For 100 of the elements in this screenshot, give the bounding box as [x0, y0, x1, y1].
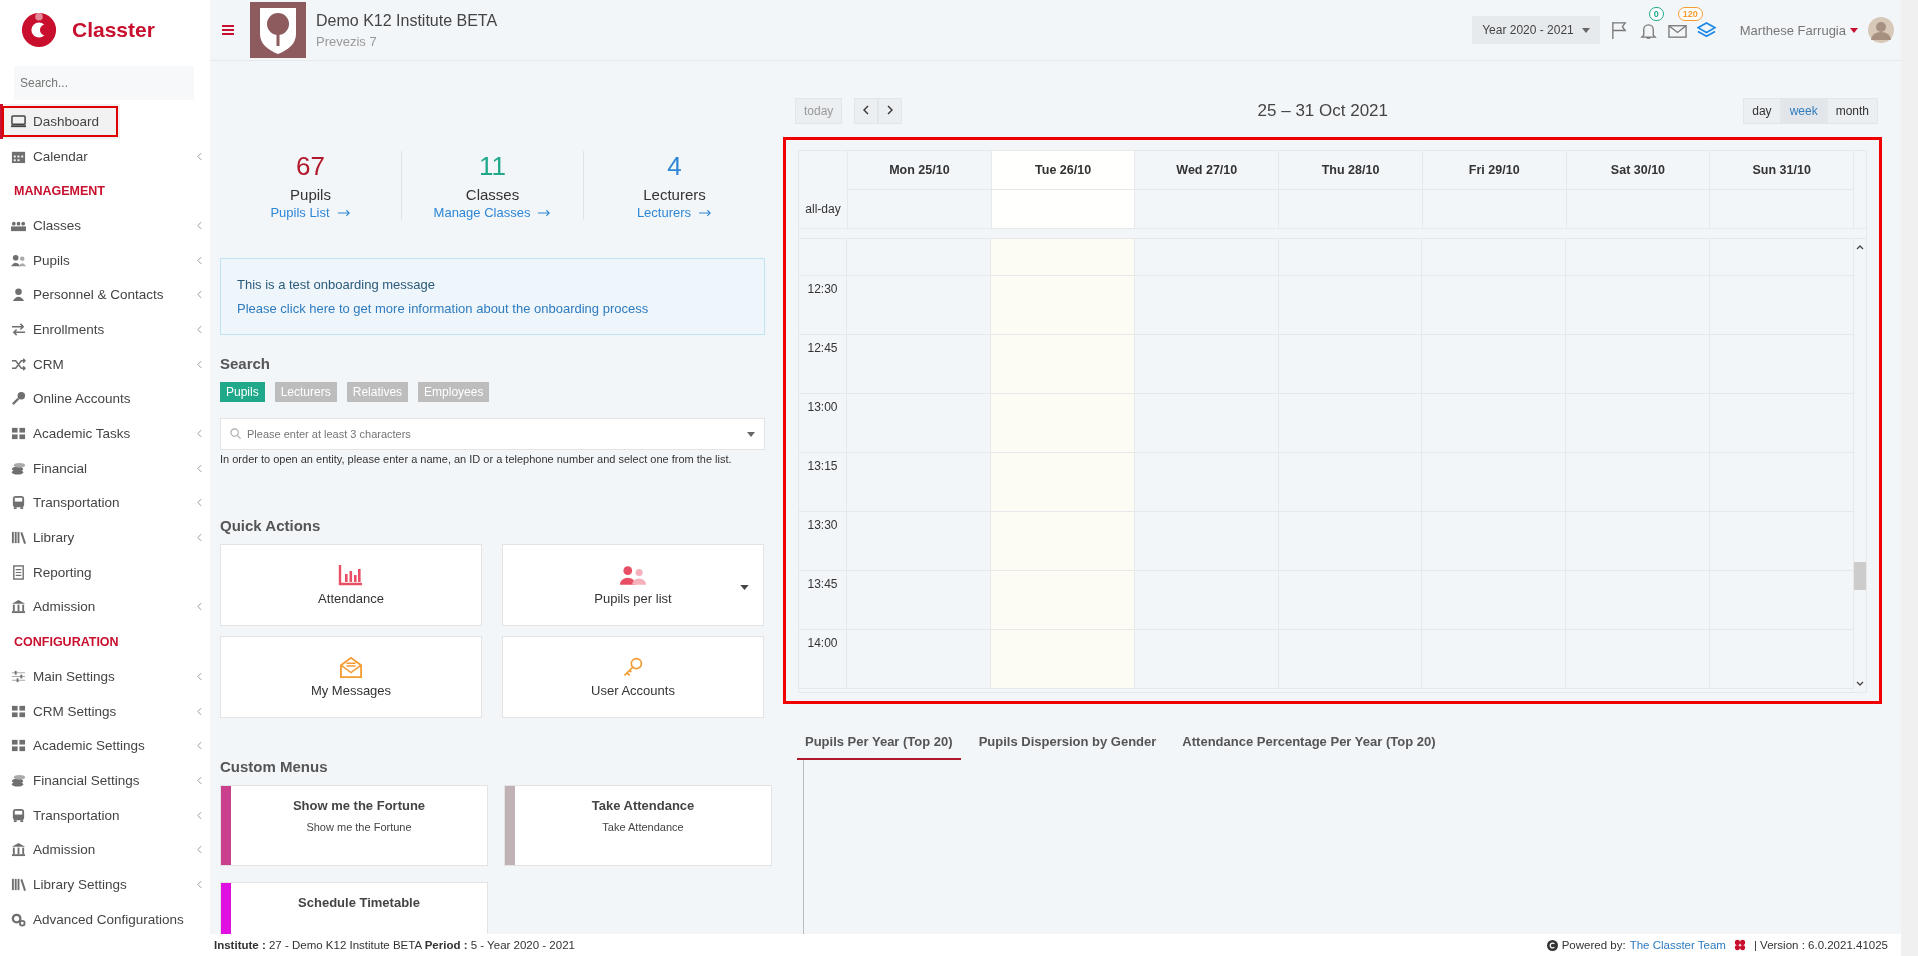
user-name[interactable]: Marthese Farrugia [1739, 22, 1846, 38]
document-icon [11, 564, 26, 580]
avatar-icon[interactable] [1868, 17, 1894, 43]
custom-menu-card[interactable]: Schedule Timetable [220, 882, 488, 934]
day-header: Sat 30/10 [1566, 151, 1711, 190]
sidebar-item[interactable]: Admission [0, 589, 210, 625]
scrollbar-thumb[interactable] [1854, 561, 1866, 590]
chart-tab[interactable]: Pupils Dispersion by Gender [970, 728, 1165, 760]
logo-icon [20, 11, 58, 49]
shuffle-icon [11, 356, 26, 372]
quick-action-card[interactable]: My Messages [220, 636, 482, 718]
sidebar-item[interactable]: Academic Settings [0, 728, 210, 764]
chevron-icon [197, 879, 202, 889]
stat-label: Classes [465, 186, 520, 203]
sidebar-item[interactable]: Transportation [0, 485, 210, 521]
scroll-up-icon[interactable] [1856, 245, 1864, 250]
layers-icon[interactable] [1696, 20, 1716, 40]
stat-label: Lecturers [643, 186, 706, 203]
monitor-icon [11, 113, 26, 129]
onboarding-link[interactable]: Please click here to get more information about the onboarding process [237, 301, 748, 316]
time-label: 12:30 [807, 282, 838, 296]
search-help-text: In order to open an entity, please enter a name, an ID or a telephone number and select one from the list. [220, 453, 733, 465]
sidebar-item[interactable]: Calendar [0, 138, 210, 174]
chart-tab[interactable]: Pupils Per Year (Top 20) [797, 728, 961, 760]
sidebar-item[interactable]: Personnel & Contacts [0, 277, 210, 313]
team-link[interactable]: The Classter Team [1629, 939, 1726, 951]
page-scrollbar[interactable] [1901, 0, 1918, 956]
chevron-icon [197, 706, 202, 716]
chevron-icon [197, 463, 202, 473]
bar-chart-icon [337, 564, 365, 586]
sidebar-item[interactable]: Financial [0, 450, 210, 486]
flag-icon[interactable] [1609, 20, 1629, 40]
chart-tab[interactable]: Attendance Percentage Per Year (Top 20) [1174, 728, 1444, 760]
card-title: Take Attendance [591, 798, 695, 813]
arrow-icon [337, 208, 351, 217]
tiles-icon [11, 703, 26, 719]
sidebar-item[interactable]: Reporting [0, 554, 210, 590]
chevron-right-icon [887, 105, 894, 115]
chevron-icon [197, 810, 202, 820]
scroll-down-icon[interactable] [1856, 681, 1864, 686]
person-icon [11, 287, 26, 303]
previous-button[interactable] [854, 98, 879, 124]
sidebar-item[interactable]: Library Settings [0, 867, 210, 902]
section-title: Search [220, 355, 272, 372]
card-subtitle: Show me the Fortune [306, 821, 412, 833]
card-title: Show me the Fortune [292, 798, 426, 813]
gears-icon [11, 911, 26, 927]
sidebar-item[interactable]: Enrollments [0, 312, 210, 347]
key-icon [11, 391, 26, 407]
books-icon [11, 876, 26, 892]
view-button[interactable]: month [1826, 98, 1878, 124]
sidebar-item[interactable]: Pupils [0, 242, 210, 278]
year-dropdown[interactable]: Year 2020 - 2021 [1472, 16, 1600, 44]
arrows-icon [11, 321, 26, 337]
stat-link[interactable]: Manage Classes [433, 205, 552, 220]
sidebar-item[interactable]: CRM Settings [0, 693, 210, 729]
sidebar-item[interactable]: Main Settings [0, 659, 210, 694]
copyright-icon [1546, 939, 1558, 951]
stat-link[interactable]: Lecturers [636, 205, 713, 220]
quick-action-card[interactable]: User Accounts [502, 636, 764, 718]
chevron-icon [197, 151, 202, 161]
search-field[interactable]: Search... [14, 66, 194, 100]
coins-icon [11, 772, 26, 788]
stat-link[interactable]: Pupils List [270, 205, 351, 220]
arrow-icon [538, 208, 552, 217]
chevron-icon [197, 255, 202, 265]
chevron-icon [197, 220, 202, 230]
sidebar-item[interactable]: Financial Settings [0, 763, 210, 798]
chevron-icon [197, 290, 202, 300]
view-button[interactable]: day [1743, 98, 1781, 124]
quick-action-card[interactable]: Attendance [220, 544, 482, 626]
sidebar-item[interactable]: Classes [0, 208, 210, 243]
institute-address: Prevezis 7 [316, 33, 378, 49]
sidebar-item[interactable]: Academic Tasks [0, 416, 210, 451]
sidebar-item[interactable]: Online Accounts [0, 381, 210, 417]
sidebar-item[interactable]: Advanced Configurations [0, 901, 210, 937]
sidebar-item[interactable]: CRM [0, 346, 210, 382]
quick-action-card[interactable]: Pupils per list [502, 544, 764, 626]
next-button[interactable] [878, 98, 903, 124]
menu-icon[interactable] [222, 25, 234, 35]
people-icon [11, 252, 26, 268]
day-header: Wed 27/10 [1135, 151, 1280, 190]
sidebar-item[interactable]: Admission [0, 832, 210, 868]
sidebar-item[interactable]: Transportation [0, 797, 210, 833]
time-label: 13:15 [807, 459, 838, 473]
tiles-icon [11, 738, 26, 754]
custom-menu-card[interactable]: Show me the Fortune Show me the Fortune [220, 785, 488, 866]
chevron-icon [197, 775, 202, 785]
chevron-icon [197, 359, 202, 369]
bus-icon [11, 495, 26, 511]
custom-menu-card[interactable]: Take Attendance Take Attendance [504, 785, 772, 866]
sidebar-item[interactable]: Dashboard [0, 104, 120, 139]
stat-label: Pupils [290, 186, 331, 203]
caret-icon[interactable] [740, 585, 749, 590]
section-heading: MANAGEMENT [13, 182, 106, 200]
view-button[interactable]: week [1780, 98, 1827, 124]
chevron-icon [197, 498, 202, 508]
onboarding-message: This is a test onboarding message [237, 277, 436, 292]
entity-search-field[interactable]: Please enter at least 3 characters [220, 418, 765, 450]
sidebar-item[interactable]: Library [0, 520, 210, 555]
